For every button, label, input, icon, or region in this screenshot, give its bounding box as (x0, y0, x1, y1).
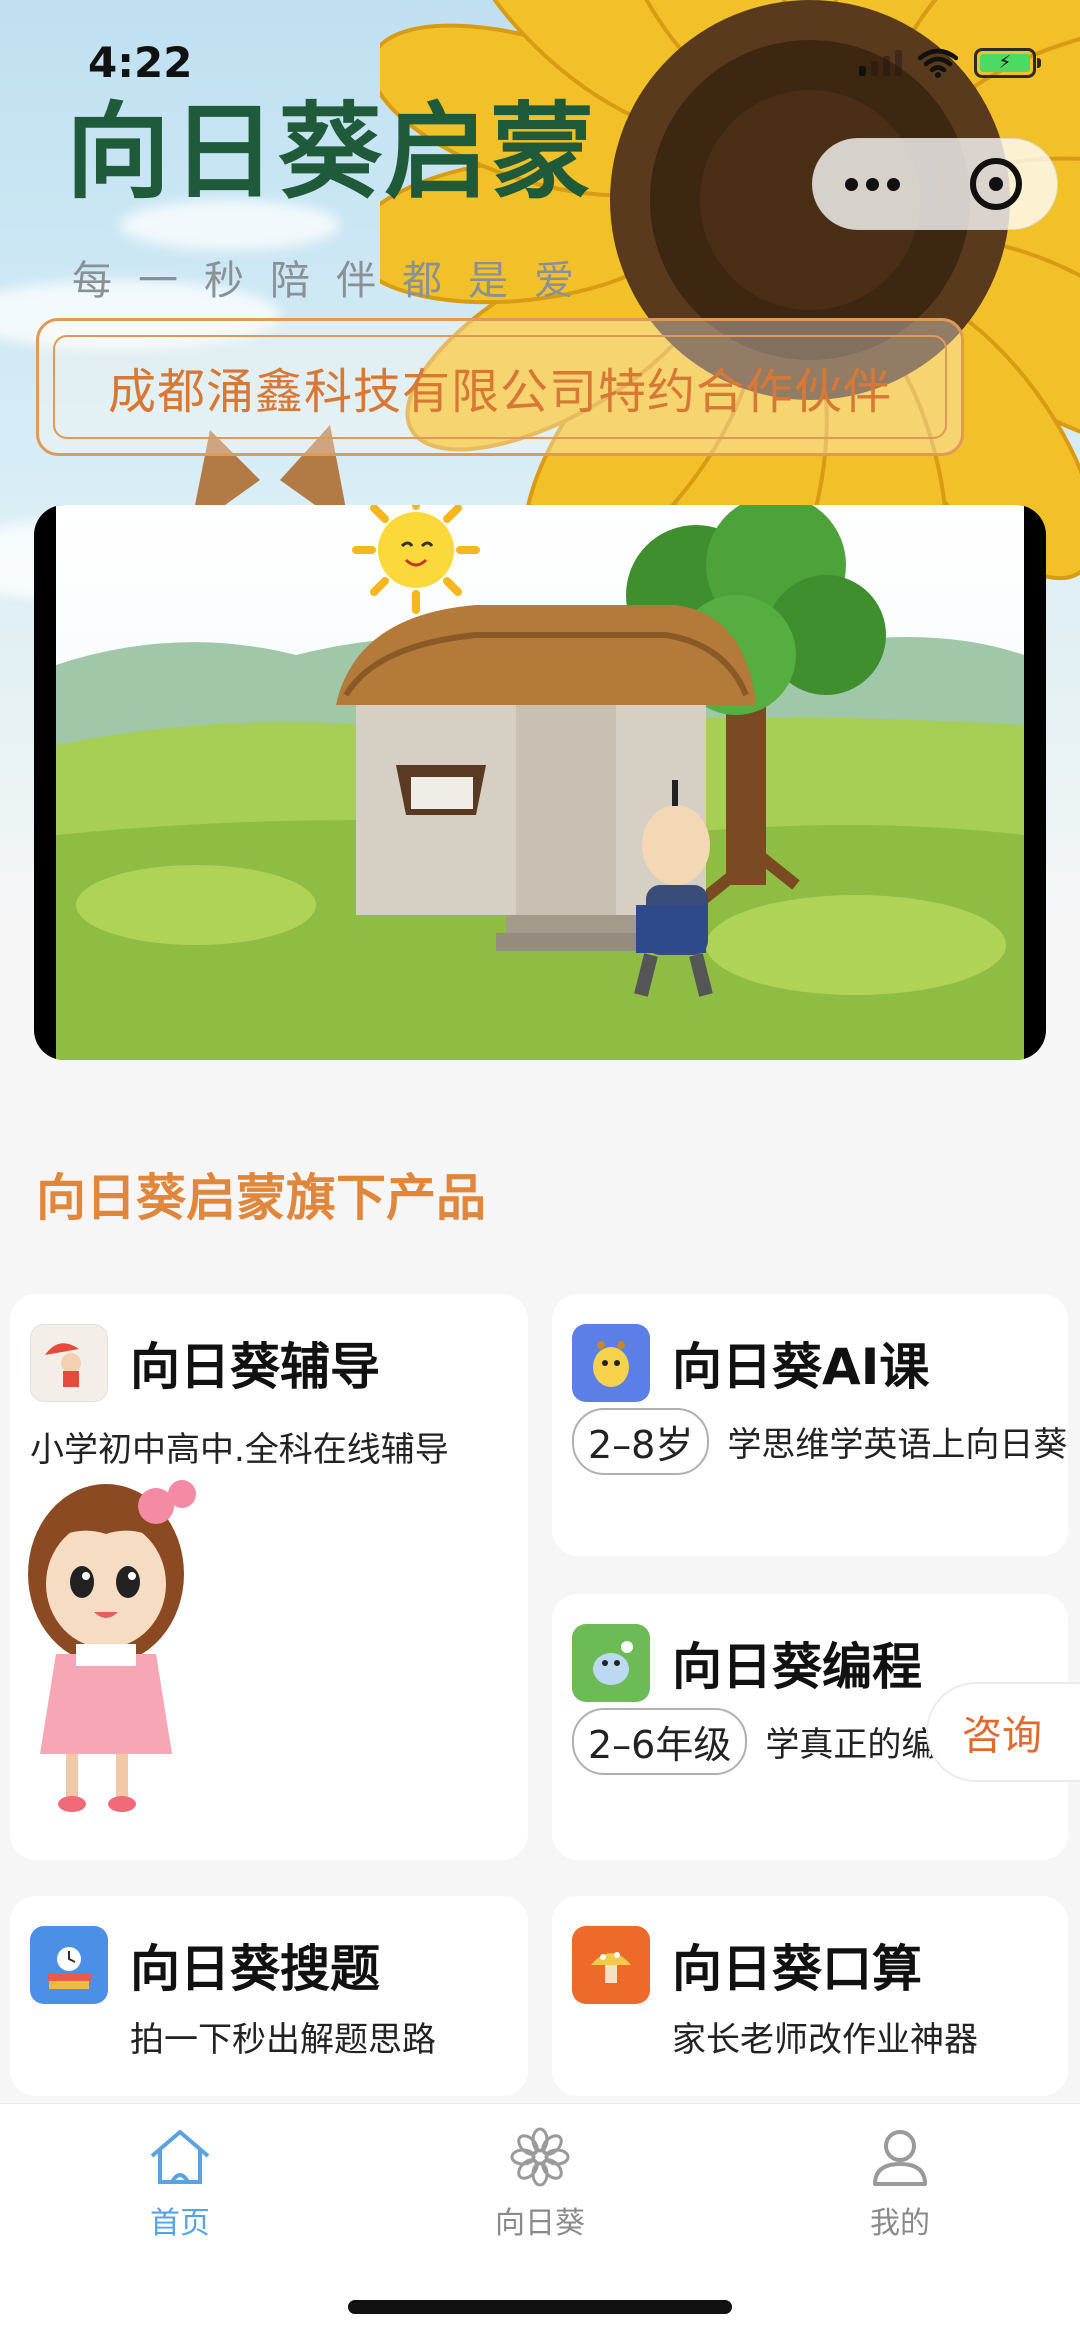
status-time: 4:22 (88, 38, 193, 87)
more-options-button[interactable] (813, 139, 932, 229)
tab-home-label: 首页 (150, 2206, 210, 2241)
product-card-ai-course[interactable]: 向日葵AI课 2–8岁 学思维学英语上向日葵 (552, 1294, 1068, 1556)
partner-banner-text: 成都涌鑫科技有限公司特约合作伙伴 (107, 364, 892, 420)
signal-icon (859, 50, 902, 76)
section-title: 向日葵启蒙旗下产品 (36, 1169, 486, 1227)
battery-icon: ⚡ (974, 48, 1041, 78)
product-name: 向日葵AI课 (672, 1338, 930, 1396)
girl-mascot-illustration (28, 1480, 196, 1812)
product-desc: 学思维学英语上向日葵 (727, 1425, 1068, 1465)
books-clock-icon (30, 1926, 108, 2004)
brand-slogan: 每一秒陪伴都是爱 (72, 258, 600, 304)
product-name: 向日葵编程 (672, 1638, 922, 1696)
tab-mine-label: 我的 (870, 2206, 930, 2241)
product-name: 向日葵辅导 (130, 1338, 380, 1396)
mushroom-icon (572, 1926, 650, 2004)
brand-logo: 向日葵启蒙 (66, 90, 597, 213)
target-icon (969, 158, 1022, 210)
cartoon-scene-image (56, 505, 1024, 1060)
product-desc: 拍一下秒出解题思路 (130, 2020, 436, 2060)
girl-umbrella-icon (30, 1324, 108, 1402)
home-indicator (348, 2300, 732, 2314)
tab-sunflower-label: 向日葵 (495, 2206, 585, 2241)
tab-mine[interactable]: 我的 (800, 2126, 1000, 2242)
product-card-tutoring[interactable]: 向日葵辅导 小学初中高中.全科在线辅导 (10, 1294, 528, 1860)
consult-button[interactable]: 咨询 (926, 1682, 1080, 1782)
grade-tag: 2–6年级 (572, 1708, 748, 1775)
product-desc: 家长老师改作业神器 (672, 2020, 978, 2060)
wifi-icon (918, 48, 958, 78)
giraffe-icon (572, 1324, 650, 1402)
flower-icon (510, 2127, 570, 2187)
close-miniprogram-button[interactable] (934, 139, 1057, 229)
user-icon (873, 2130, 927, 2186)
tab-sunflower[interactable]: 向日葵 (440, 2126, 640, 2242)
product-name: 向日葵口算 (672, 1940, 922, 1998)
tab-home[interactable]: 首页 (80, 2126, 280, 2242)
partner-banner: 成都涌鑫科技有限公司特约合作伙伴 (36, 318, 964, 456)
home-icon (150, 2130, 210, 2184)
age-tag: 2–8岁 (572, 1408, 710, 1475)
product-card-question-search[interactable]: 向日葵搜题 拍一下秒出解题思路 (10, 1896, 528, 2096)
product-card-mental-math[interactable]: 向日葵口算 家长老师改作业神器 (552, 1896, 1068, 2096)
hippo-icon (572, 1624, 650, 1702)
miniprogram-capsule (812, 138, 1058, 230)
video-banner[interactable] (34, 505, 1046, 1060)
product-name: 向日葵搜题 (130, 1940, 380, 1998)
